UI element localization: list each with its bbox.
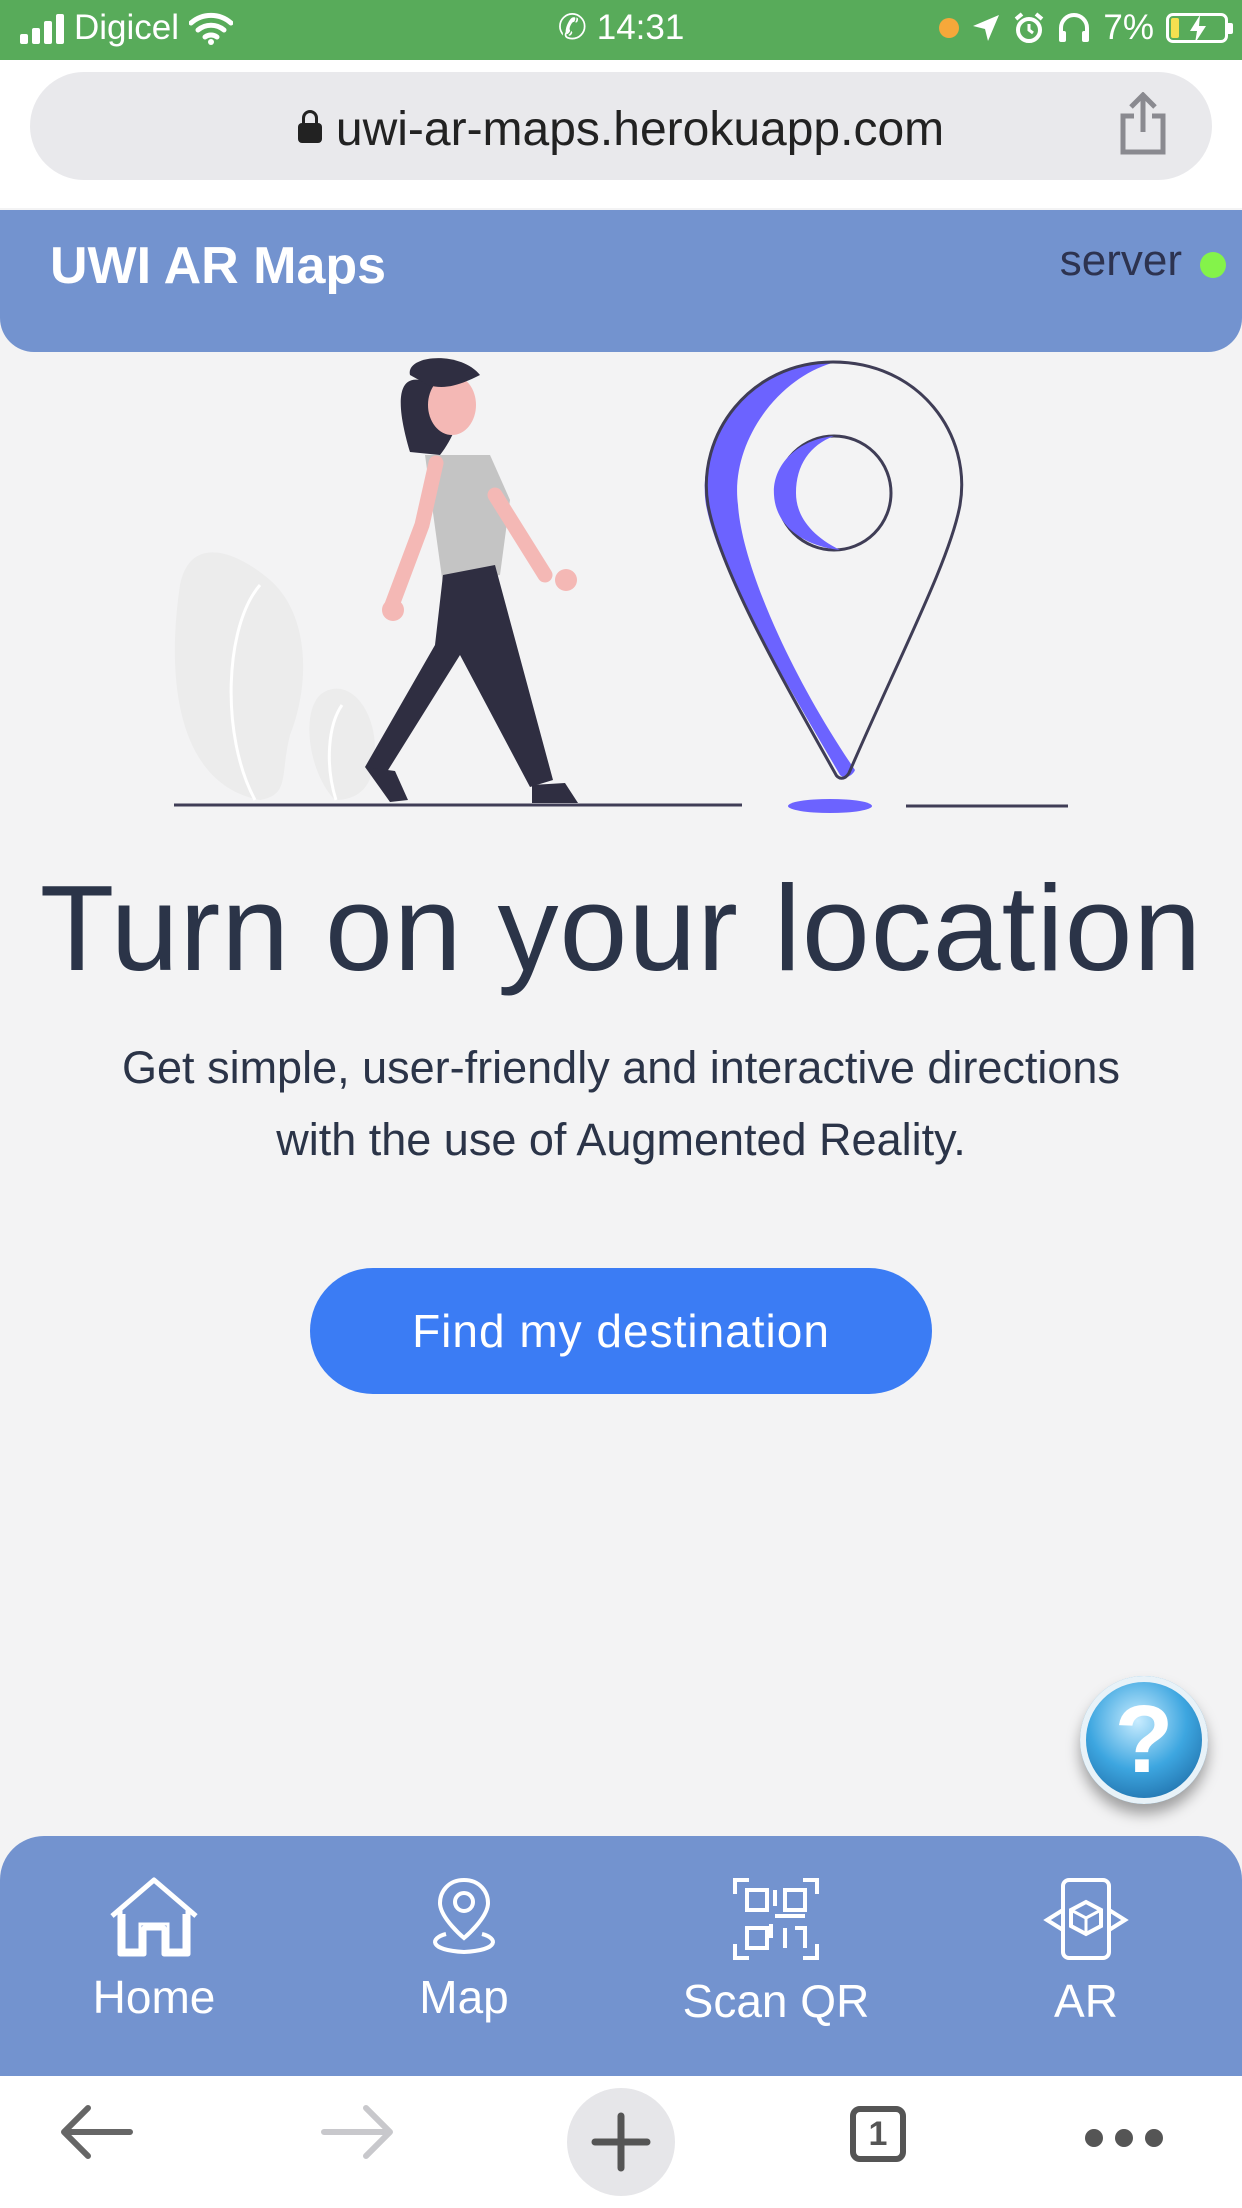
browser-toolbar: 1: [0, 2076, 1242, 2208]
battery-icon: [1166, 13, 1233, 43]
hero-headline: Turn on your location: [39, 860, 1203, 996]
nav-item-scan-qr[interactable]: Scan QR: [676, 1876, 876, 2028]
browser-address-area: uwi-ar-maps.herokuapp.com: [0, 60, 1242, 208]
nav-label-map: Map: [419, 1971, 509, 2023]
app-title: UWI AR Maps: [50, 237, 387, 295]
back-arrow-icon[interactable]: [56, 2100, 136, 2164]
server-status-label: server: [1059, 236, 1182, 285]
home-icon: [110, 1877, 198, 1957]
forward-arrow-icon[interactable]: [318, 2100, 398, 2164]
tabs-count-button[interactable]: 1: [850, 2106, 906, 2162]
mic-indicator-icon: [939, 18, 960, 38]
pin-shadow: [788, 799, 872, 813]
server-status-indicator: [1200, 252, 1226, 278]
find-destination-button[interactable]: Find my destination: [310, 1268, 932, 1394]
nav-label-ar: AR: [1054, 1975, 1118, 2027]
map-pin-icon: [433, 1877, 495, 1955]
headphones-icon: [1059, 13, 1090, 42]
nav-item-home[interactable]: Home: [54, 1876, 254, 2024]
share-icon[interactable]: [1118, 92, 1168, 156]
nav-item-map[interactable]: Map: [364, 1876, 564, 2024]
subtitle-line-1: Get simple, user-friendly and interactiv…: [122, 1042, 1120, 1093]
address-bar[interactable]: uwi-ar-maps.herokuapp.com: [30, 72, 1212, 180]
nav-label-scan-qr: Scan QR: [682, 1975, 870, 2027]
map-pin-graphic: [704, 360, 964, 813]
bottom-nav: Home Map Scan QR AR: [0, 1836, 1242, 2076]
url-display[interactable]: uwi-ar-maps.herokuapp.com: [30, 102, 1212, 157]
more-dots-icon[interactable]: [1082, 2126, 1166, 2150]
help-button[interactable]: ?: [1080, 1676, 1208, 1804]
qr-scan-icon: [733, 1878, 819, 1960]
nav-item-ar[interactable]: AR: [986, 1876, 1186, 2028]
alarm-icon: [1015, 12, 1044, 43]
ar-phone-icon: [1043, 1878, 1129, 1960]
status-time: 14:31: [596, 8, 685, 47]
app-header: UWI AR Maps server: [0, 210, 1242, 352]
hero-subtitle: Get simple, user-friendly and interactiv…: [60, 1032, 1182, 1176]
question-mark-icon: ?: [1114, 1686, 1174, 1793]
url-text: uwi-ar-maps.herokuapp.com: [335, 103, 945, 156]
status-right: 7%: [939, 8, 1233, 48]
location-arrow-icon: [973, 15, 1000, 41]
nav-label-home: Home: [92, 1971, 216, 2023]
new-tab-button[interactable]: [567, 2088, 675, 2196]
plus-icon: [591, 2112, 651, 2172]
subtitle-line-2: with the use of Augmented Reality.: [276, 1114, 966, 1165]
lock-icon: [297, 110, 322, 143]
battery-percent: 7%: [1103, 8, 1154, 47]
phone-call-icon: ✆: [557, 8, 587, 47]
location-illustration: [174, 358, 1068, 813]
walking-woman: [365, 358, 578, 803]
status-bar: Digicel ✆ 14:31 7%: [0, 0, 1242, 60]
